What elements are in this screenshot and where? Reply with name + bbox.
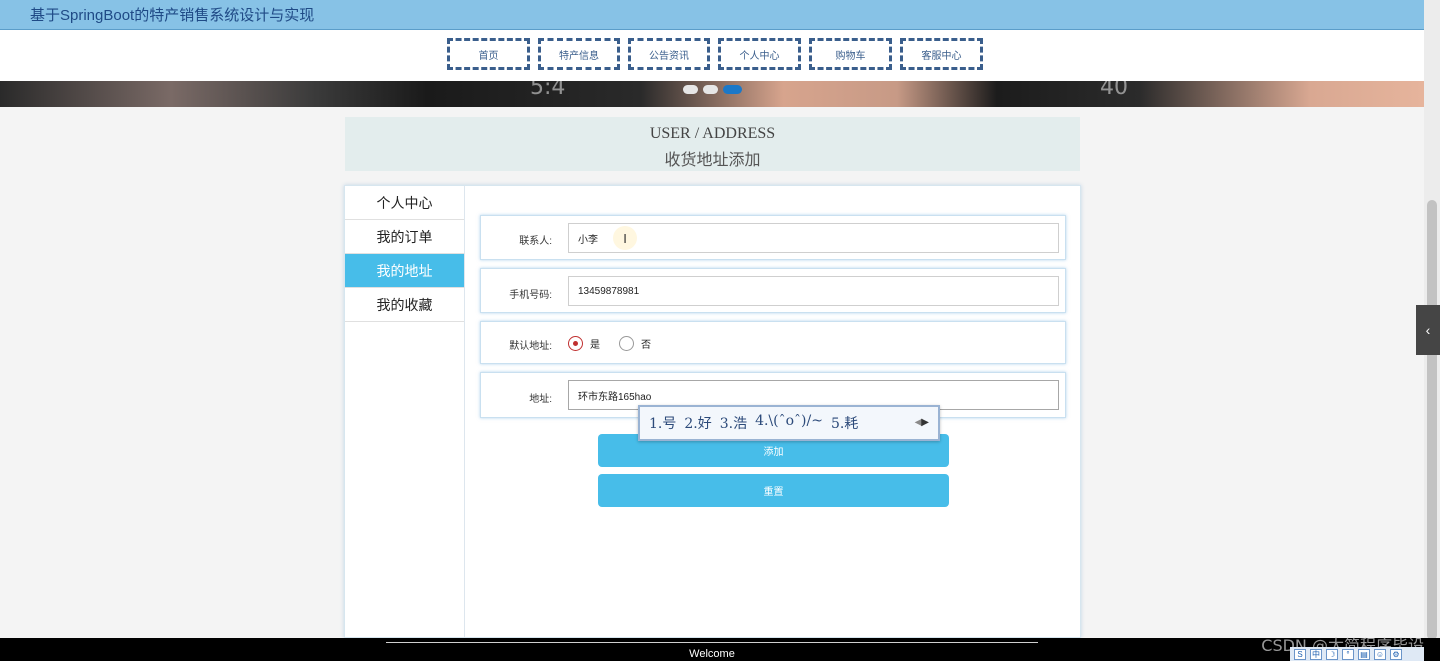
side-drawer-toggle[interactable]: ‹ bbox=[1416, 305, 1440, 355]
site-header: 基于SpringBoot的特产销售系统设计与实现 bbox=[0, 0, 1424, 30]
page-footer: Welcome bbox=[0, 638, 1440, 661]
default-yes-radio[interactable]: 是 bbox=[568, 336, 600, 351]
phone-input[interactable]: 13459878981 bbox=[568, 276, 1059, 306]
nav-bar: 首页 特产信息 公告资讯 个人中心 购物车 客服中心 bbox=[0, 30, 1424, 81]
site-title: 基于SpringBoot的特产销售系统设计与实现 bbox=[30, 7, 315, 24]
address-label: 地址: bbox=[529, 394, 552, 405]
ime-candidate[interactable]: 1.号 bbox=[649, 413, 676, 433]
nav-item-news[interactable]: 公告资讯 bbox=[628, 38, 710, 70]
ime-candidate[interactable]: 2.好 bbox=[684, 413, 711, 433]
menu-item-my-orders[interactable]: 我的订单 bbox=[345, 220, 464, 254]
text-cursor-icon: I bbox=[613, 226, 637, 250]
radio-checked-icon bbox=[568, 336, 583, 351]
ime-user-icon[interactable]: ☺ bbox=[1374, 648, 1386, 660]
nav-item-products[interactable]: 特产信息 bbox=[538, 38, 620, 70]
page-heading-cn: 收货地址添加 bbox=[664, 152, 761, 169]
ime-candidate[interactable]: 3.浩 bbox=[720, 413, 747, 433]
contact-row: 联系人: 小李 I bbox=[480, 215, 1066, 260]
scrollbar-thumb[interactable] bbox=[1427, 200, 1437, 640]
ime-logo-icon[interactable]: S bbox=[1294, 648, 1306, 660]
page-heading: USER / ADDRESS 收货地址添加 bbox=[345, 117, 1080, 171]
ime-page-arrows[interactable]: ◀▶ bbox=[915, 417, 929, 428]
carousel-dot-active[interactable] bbox=[723, 85, 742, 94]
default-no-radio[interactable]: 否 bbox=[619, 336, 651, 351]
carousel-dot[interactable] bbox=[683, 85, 698, 94]
nav-item-personal-center[interactable]: 个人中心 bbox=[718, 38, 801, 70]
phone-row: 手机号码: 13459878981 bbox=[480, 268, 1066, 313]
contact-input[interactable]: 小李 bbox=[568, 223, 1059, 253]
nav-item-service[interactable]: 客服中心 bbox=[900, 38, 983, 70]
ime-settings-icon[interactable]: ⚙ bbox=[1390, 648, 1402, 660]
ime-lang-icon[interactable]: 中 bbox=[1310, 648, 1322, 660]
ime-keyboard-icon[interactable]: ▤ bbox=[1358, 648, 1370, 660]
main-nav: 首页 特产信息 公告资讯 个人中心 购物车 客服中心 bbox=[447, 38, 983, 70]
address-form: 联系人: 小李 I 手机号码: 13459878981 默认地址: 是 否 地址… bbox=[480, 215, 1066, 426]
user-side-menu: 个人中心 我的订单 我的地址 我的收藏 bbox=[345, 186, 465, 637]
ime-candidate-popup[interactable]: 1.号 2.好 3.浩 4.\(ˆoˆ)/~ 5.耗 ◀▶ bbox=[638, 405, 940, 441]
carousel-indicators bbox=[683, 85, 742, 94]
menu-item-personal-center[interactable]: 个人中心 bbox=[345, 186, 464, 220]
default-yes-label: 是 bbox=[590, 340, 600, 351]
phone-label: 手机号码: bbox=[509, 290, 552, 301]
banner-watch-image: 5:4 bbox=[530, 81, 566, 100]
ime-toolbar: S 中 ☽ ° ▤ ☺ ⚙ bbox=[1290, 647, 1424, 661]
nav-item-cart[interactable]: 购物车 bbox=[809, 38, 892, 70]
ime-next-icon[interactable]: ▶ bbox=[921, 417, 929, 428]
reset-button[interactable]: 重置 bbox=[598, 474, 949, 507]
banner-watch-image-2: 40 bbox=[1100, 81, 1128, 100]
chevron-left-icon: ‹ bbox=[1425, 322, 1431, 338]
carousel-dot[interactable] bbox=[703, 85, 718, 94]
ime-candidate[interactable]: 5.耗 bbox=[831, 413, 858, 433]
menu-item-my-address[interactable]: 我的地址 bbox=[345, 254, 464, 288]
ime-punct-icon[interactable]: ° bbox=[1342, 648, 1354, 660]
footer-welcome: Welcome bbox=[689, 648, 735, 660]
ime-candidates: 1.号 2.好 3.浩 4.\(ˆoˆ)/~ 5.耗 bbox=[649, 413, 858, 433]
footer-divider bbox=[386, 642, 1038, 643]
default-address-label: 默认地址: bbox=[509, 341, 552, 352]
contact-label: 联系人: bbox=[519, 236, 552, 247]
ime-candidate[interactable]: 4.\(ˆoˆ)/~ bbox=[755, 413, 823, 433]
default-no-label: 否 bbox=[641, 340, 651, 351]
radio-unchecked-icon bbox=[619, 336, 634, 351]
nav-item-home[interactable]: 首页 bbox=[447, 38, 530, 70]
default-address-row: 默认地址: 是 否 bbox=[480, 321, 1066, 364]
menu-item-my-favorites[interactable]: 我的收藏 bbox=[345, 288, 464, 322]
page-heading-en: USER / ADDRESS bbox=[649, 125, 776, 142]
ime-moon-icon[interactable]: ☽ bbox=[1326, 648, 1338, 660]
